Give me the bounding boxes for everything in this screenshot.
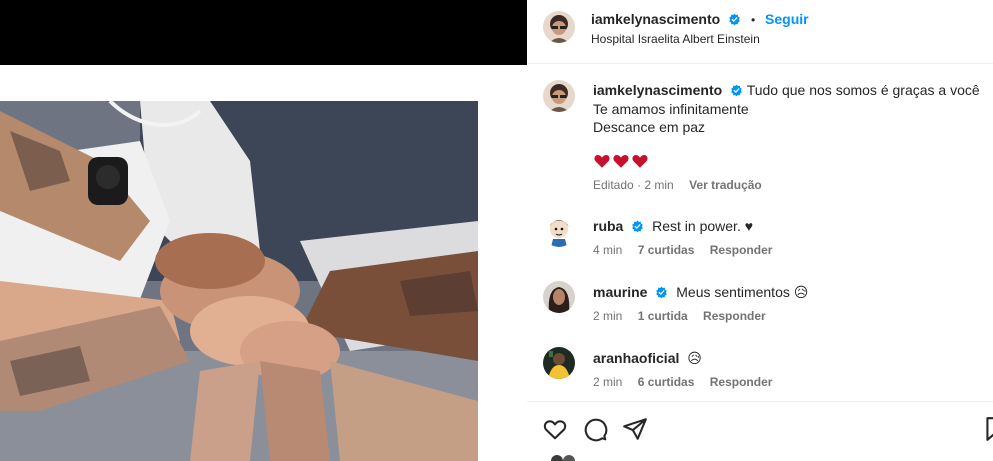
verified-badge-icon — [656, 286, 668, 299]
comment-meta-ruba: 4 min 7 curtidas Responder — [593, 243, 772, 257]
caption-meta: Editado · 2 min Ver tradução — [593, 178, 762, 192]
red-heart-emoji-icon — [613, 155, 629, 168]
follow-button[interactable]: Seguir — [765, 11, 809, 27]
caption-avatar-image — [543, 80, 575, 112]
share-icon[interactable] — [622, 416, 648, 442]
comment-likes[interactable]: 7 curtidas — [638, 243, 695, 257]
post-photo-art — [0, 101, 478, 461]
comment-likes[interactable]: 6 curtidas — [638, 375, 695, 389]
caption-hearts — [593, 152, 649, 170]
liked-by-avatars-peek — [551, 455, 575, 461]
reply-button[interactable]: Responder — [710, 243, 773, 257]
heart-icon[interactable] — [542, 416, 568, 442]
header-user-line: iamkelynascimento • Seguir — [591, 11, 809, 27]
comment-text-ruba: ruba Rest in power. ♥ — [593, 218, 753, 234]
comment-text-aranhaoficial: aranhaoficial 😥 — [593, 350, 702, 367]
comment-icon[interactable] — [582, 416, 608, 442]
see-translation-link[interactable]: Ver tradução — [689, 178, 762, 192]
media-black-bar — [0, 0, 527, 65]
comment-time: 2 min — [593, 309, 623, 323]
caption-line-1: iamkelynascimento Tudo que nos somos é g… — [593, 81, 983, 100]
separator-dot: • — [750, 13, 756, 27]
bookmark-icon[interactable] — [982, 416, 993, 442]
comment-avatar-ruba[interactable] — [543, 215, 575, 247]
comment-time: 4 min — [593, 243, 623, 257]
comment-avatar-aranhaoficial-image — [543, 347, 575, 379]
caption-line-3: Descance em paz — [593, 119, 706, 135]
caption-body-1: Tudo que nos somos é graças a você — [746, 82, 980, 98]
author-avatar[interactable] — [543, 11, 575, 43]
comment-avatar-maurine[interactable] — [543, 281, 575, 313]
post-location[interactable]: Hospital Israelita Albert Einstein — [591, 32, 760, 46]
caption-edited-time: Editado · 2 min — [593, 178, 674, 192]
author-username[interactable]: iamkelynascimento — [591, 11, 720, 27]
caption-line-2: Te amamos infinitamente — [593, 100, 749, 117]
caption-text: iamkelynascimento Tudo que nos somos é g… — [593, 81, 983, 137]
instagram-post-window: iamkelynascimento • Seguir Hospital Isra… — [0, 0, 993, 461]
reply-button[interactable]: Responder — [703, 309, 766, 323]
comment-text-maurine: maurine Meus sentimentos 😥 — [593, 284, 808, 301]
red-heart-emoji-icon — [632, 155, 648, 168]
red-heart-emoji-icon — [594, 155, 610, 168]
post-header: iamkelynascimento • Seguir Hospital Isra… — [527, 0, 993, 64]
comment-avatar-maurine-image — [543, 281, 575, 313]
post-details-panel: iamkelynascimento • Seguir Hospital Isra… — [527, 0, 993, 461]
comment-likes[interactable]: 1 curtida — [638, 309, 688, 323]
caption-username[interactable]: iamkelynascimento — [593, 82, 722, 98]
comment-username[interactable]: maurine — [593, 284, 647, 300]
comment-avatar-ruba-image — [543, 215, 575, 247]
comment-username[interactable]: ruba — [593, 218, 623, 234]
comment-body: Rest in power. ♥ — [652, 218, 754, 234]
author-avatar-image — [543, 11, 575, 43]
reply-button[interactable]: Responder — [710, 375, 773, 389]
comment-username[interactable]: aranhaoficial — [593, 350, 679, 366]
verified-badge-icon — [632, 220, 643, 233]
post-actions-bar — [527, 401, 993, 461]
comment-meta-maurine: 2 min 1 curtida Responder — [593, 309, 766, 323]
verified-badge-icon — [731, 84, 742, 97]
caption-avatar[interactable] — [543, 80, 575, 112]
comment-body: Meus sentimentos 😥 — [676, 284, 809, 300]
post-photo[interactable] — [0, 101, 478, 461]
comment-time: 2 min — [593, 375, 623, 389]
comment-meta-aranhaoficial: 2 min 6 curtidas Responder — [593, 375, 772, 389]
verified-badge-icon — [729, 13, 740, 26]
comment-body: 😥 — [687, 350, 702, 366]
media-pane — [0, 0, 527, 461]
comment-avatar-aranhaoficial[interactable] — [543, 347, 575, 379]
